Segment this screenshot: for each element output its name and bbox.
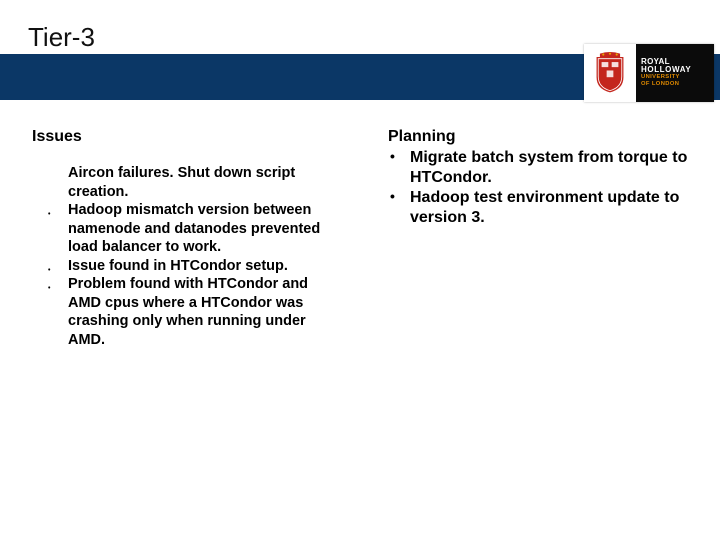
- list-item: Migrate batch system from torque to HTCo…: [388, 148, 690, 188]
- content-area: Issues Aircon failures. Shut down script…: [0, 100, 720, 349]
- list-item: Problem found with HTCondor and AMD cpus…: [68, 275, 332, 349]
- list-item: Hadoop test environment update to versio…: [388, 188, 690, 228]
- logo-text-line2: HOLLOWAY: [641, 66, 714, 74]
- header-band: ROYAL HOLLOWAY UNIVERSITY OF LONDON: [0, 54, 720, 100]
- list-item: Hadoop mismatch version between namenode…: [68, 201, 332, 257]
- issues-heading: Issues: [32, 128, 332, 146]
- university-logo: ROYAL HOLLOWAY UNIVERSITY OF LONDON: [584, 44, 714, 102]
- shield-crest-icon: [593, 52, 627, 94]
- list-item: Issue found in HTCondor setup.: [68, 257, 332, 276]
- list-item: Aircon failures. Shut down script creati…: [68, 164, 332, 201]
- logo-text-line3: UNIVERSITY: [641, 74, 714, 81]
- left-column: Issues Aircon failures. Shut down script…: [32, 128, 332, 349]
- logo-text-panel: ROYAL HOLLOWAY UNIVERSITY OF LONDON: [636, 44, 714, 102]
- issues-list: Aircon failures. Shut down script creati…: [32, 164, 332, 349]
- logo-text-line4: OF LONDON: [641, 81, 714, 88]
- slide: Tier-3 ROYAL HOLLOWAY UNIV: [0, 0, 720, 540]
- crest-panel: [584, 44, 636, 102]
- planning-heading: Planning: [388, 128, 690, 146]
- planning-list: Migrate batch system from torque to HTCo…: [388, 148, 690, 228]
- right-column: Planning Migrate batch system from torqu…: [380, 128, 690, 349]
